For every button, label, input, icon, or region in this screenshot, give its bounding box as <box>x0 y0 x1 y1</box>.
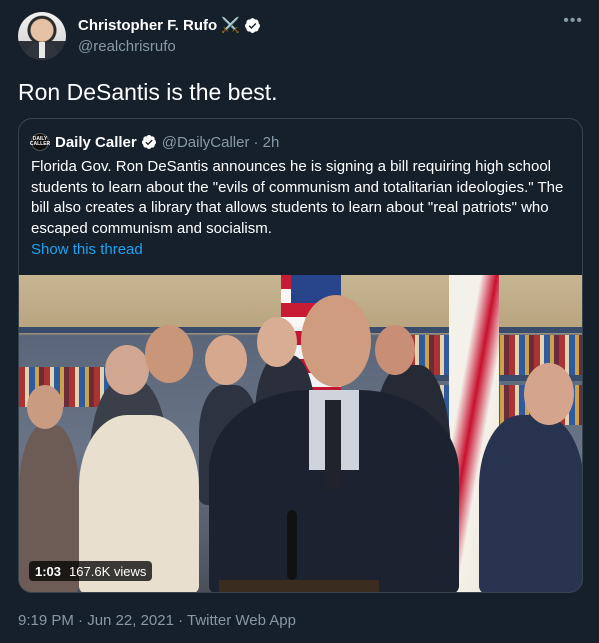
video-thumbnail[interactable]: 1:03 167.6K views <box>19 275 582 592</box>
tweet-text: Ron DeSantis is the best. <box>18 79 278 105</box>
person-head <box>27 385 63 429</box>
video-views: 167.6K views <box>69 563 147 579</box>
speaker-tie <box>325 400 341 490</box>
author-handle[interactable]: @realchrisrufo <box>78 38 176 55</box>
quoted-author-handle: @DailyCaller <box>161 133 250 151</box>
person-head <box>524 363 574 425</box>
tweet-meta-separator: · <box>178 612 188 629</box>
microphone <box>287 510 297 580</box>
avatar[interactable] <box>18 12 66 60</box>
quoted-author-name: Daily Caller <box>55 133 137 151</box>
tweet-source[interactable]: Twitter Web App <box>187 612 296 629</box>
avatar-shirt <box>39 42 45 58</box>
tweet-meta: 9:19 PM · Jun 22, 2021 · Twitter Web App <box>18 612 296 629</box>
quoted-tweet-header: DAILY CALLER Daily Caller @DailyCaller ·… <box>30 132 280 152</box>
person-head <box>205 335 247 385</box>
person-head <box>375 325 415 375</box>
show-thread-link[interactable]: Show this thread <box>31 241 143 258</box>
video-stats-badge: 1:03 167.6K views <box>29 561 153 581</box>
quoted-tweet[interactable]: DAILY CALLER Daily Caller @DailyCaller ·… <box>18 118 583 593</box>
video-duration: 1:03 <box>35 563 62 579</box>
speaker-head <box>301 295 371 387</box>
tweet: Christopher F. Rufo ⚔️ @realchrisrufo ••… <box>0 0 599 643</box>
person-head <box>105 345 149 395</box>
verified-icon <box>141 135 156 149</box>
more-icon[interactable]: ••• <box>563 12 583 30</box>
author-name-row: Christopher F. Rufo ⚔️ <box>78 16 261 34</box>
quoted-tweet-text: Florida Gov. Ron DeSantis announces he i… <box>31 158 564 237</box>
podium <box>219 580 379 592</box>
crossed-swords-icon: ⚔️ <box>221 17 240 34</box>
person-head <box>257 317 297 367</box>
daily-caller-logo: DAILY CALLER <box>30 133 50 151</box>
tweet-timestamp[interactable]: 9:19 PM · Jun 22, 2021 <box>18 612 174 629</box>
tweet-header: Christopher F. Rufo ⚔️ @realchrisrufo ••… <box>18 12 583 62</box>
quoted-tweet-time: · 2h <box>253 133 280 151</box>
author-display-name[interactable]: Christopher F. Rufo <box>78 17 217 34</box>
person <box>479 415 582 592</box>
verified-icon <box>244 17 260 33</box>
person-head <box>145 325 193 383</box>
